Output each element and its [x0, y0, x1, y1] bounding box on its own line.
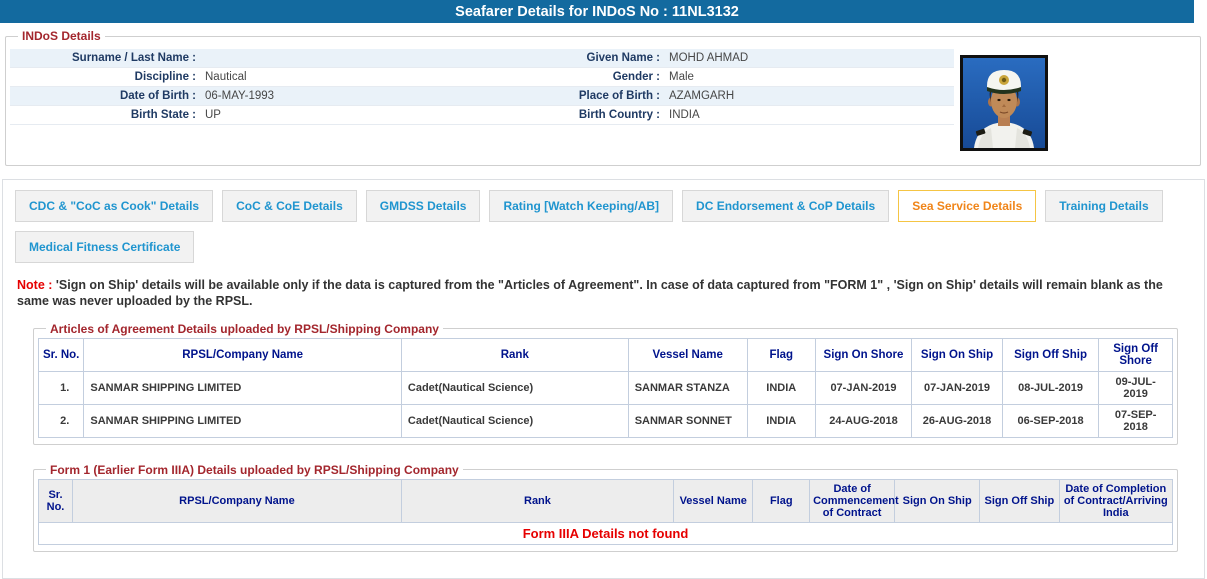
column-header: Flag	[746, 337, 816, 372]
cell-flag: INDIA	[746, 370, 816, 405]
table-header-row: Sr. No. RPSL/Company Name Rank Vessel Na…	[37, 478, 1174, 523]
tab-rating-watch-keeping[interactable]: Rating [Watch Keeping/AB]	[489, 190, 674, 222]
table-row: 2. SANMAR SHIPPING LIMITED Cadet(Nautica…	[37, 403, 1173, 438]
table-row: Form IIIA Details not found	[38, 521, 1173, 545]
page: Seafarer Details for INDoS No : 11NL3132…	[0, 0, 1207, 579]
cell-sign-off-shore: 07-SEP-2018	[1098, 403, 1173, 438]
seafarer-photo-image	[963, 58, 1045, 148]
note-text: 'Sign on Ship' details will be available…	[17, 278, 1163, 309]
cell-rank: Cadet(Nautical Science)	[400, 403, 629, 438]
note: Note : 'Sign on Ship' details will be av…	[17, 277, 1177, 310]
cell-vessel: SANMAR SONNET	[627, 403, 748, 438]
table-row: 1. SANMAR SHIPPING LIMITED Cadet(Nautica…	[37, 370, 1173, 405]
column-header: Sign Off Ship	[1001, 337, 1100, 372]
tab-cdc-coc-as-cook[interactable]: CDC & "CoC as Cook" Details	[15, 190, 214, 222]
field-label: Birth State :	[130, 109, 196, 121]
cell-vessel: SANMAR STANZA	[627, 370, 748, 405]
articles-of-agreement-legend: Articles of Agreement Details uploaded b…	[50, 321, 439, 336]
cell-sign-on-ship: 26-AUG-2018	[911, 403, 1003, 438]
field-value: Nautical	[205, 71, 247, 83]
field-label: Birth Country :	[578, 109, 660, 121]
column-header: Sign On Ship	[894, 478, 981, 523]
details-panel: CDC & "CoC as Cook" Details CoC & CoE De…	[2, 179, 1205, 579]
column-header: Date of Commencement of Contract	[809, 478, 899, 523]
column-header: Sr. No.	[37, 478, 74, 523]
field-label: Gender :	[612, 71, 660, 83]
cell-rank: Cadet(Nautical Science)	[400, 370, 629, 405]
column-header: RPSL/Company Name	[83, 337, 402, 372]
column-header: Flag	[752, 478, 811, 523]
field-row: Discipline : Nautical Gender : Male	[10, 68, 954, 87]
cell-sr-no: 2.	[37, 403, 85, 438]
column-header: Vessel Name	[673, 478, 754, 523]
field-label: Discipline :	[134, 71, 196, 83]
column-header: Sign Off Ship	[979, 478, 1060, 523]
field-label: Surname / Last Name :	[72, 52, 196, 64]
column-header: RPSL/Company Name	[72, 478, 402, 523]
tab-coc-coe[interactable]: CoC & CoE Details	[222, 190, 357, 222]
form1-legend: Form 1 (Earlier Form IIIA) Details uploa…	[50, 462, 459, 477]
field-value: Male	[669, 71, 694, 83]
title-bar: Seafarer Details for INDoS No : 11NL3132	[0, 0, 1194, 23]
indos-field-rows: Surname / Last Name : Given Name : MOHD …	[10, 49, 954, 125]
cell-sign-on-ship: 07-JAN-2019	[911, 370, 1003, 405]
field-label: Place of Birth :	[578, 90, 660, 102]
field-row: Surname / Last Name : Given Name : MOHD …	[10, 49, 954, 68]
tab-sea-service[interactable]: Sea Service Details	[898, 190, 1037, 222]
column-header: Sign On Ship	[911, 337, 1003, 372]
tab-training[interactable]: Training Details	[1045, 190, 1163, 222]
column-header: Rank	[400, 478, 675, 523]
cell-sr-no: 1.	[37, 370, 85, 405]
cell-sign-on-shore: 24-AUG-2018	[814, 403, 913, 438]
field-value: MOHD AHMAD	[669, 52, 749, 64]
field-label: Date of Birth :	[119, 90, 196, 102]
note-prefix: Note :	[17, 278, 53, 292]
column-header: Date of Completion of Contract/Arriving …	[1058, 478, 1174, 523]
field-value: 06-MAY-1993	[205, 90, 275, 102]
empty-message: Form IIIA Details not found	[38, 521, 1173, 545]
articles-of-agreement-fieldset: Articles of Agreement Details uploaded b…	[33, 321, 1178, 445]
form1-fieldset: Form 1 (Earlier Form IIIA) Details uploa…	[33, 462, 1178, 552]
cell-company: SANMAR SHIPPING LIMITED	[83, 403, 402, 438]
field-value: INDIA	[669, 109, 700, 121]
cell-sign-off-ship: 08-JUL-2019	[1001, 370, 1100, 405]
column-header: Vessel Name	[627, 337, 748, 372]
column-header: Sign On Shore	[814, 337, 913, 372]
field-value: UP	[205, 109, 221, 121]
form1-table: Sr. No. RPSL/Company Name Rank Vessel Na…	[37, 478, 1174, 545]
page-title: Seafarer Details for INDoS No : 11NL3132	[455, 3, 739, 20]
field-value: AZAMGARH	[669, 90, 735, 102]
field-row: Birth State : UP Birth Country : INDIA	[10, 106, 954, 125]
cell-flag: INDIA	[746, 403, 816, 438]
field-label: Given Name :	[586, 52, 661, 64]
cell-sign-off-ship: 06-SEP-2018	[1001, 403, 1100, 438]
cell-sign-off-shore: 09-JUL-2019	[1098, 370, 1173, 405]
indos-details-fieldset: INDoS Details Surname / Last Name : Give…	[5, 29, 1201, 166]
column-header: Sign Off Shore	[1098, 337, 1173, 372]
column-header: Rank	[400, 337, 629, 372]
cell-company: SANMAR SHIPPING LIMITED	[83, 370, 402, 405]
indos-details-legend: INDoS Details	[22, 29, 101, 43]
field-row: Date of Birth : 06-MAY-1993 Place of Bir…	[10, 87, 954, 106]
tab-medical-fitness[interactable]: Medical Fitness Certificate	[15, 231, 195, 263]
tab-gmdss[interactable]: GMDSS Details	[365, 190, 481, 222]
tab-bar: CDC & "CoC as Cook" Details CoC & CoE De…	[15, 190, 1194, 263]
cell-sign-on-shore: 07-JAN-2019	[814, 370, 913, 405]
tab-dc-endorsement-cop[interactable]: DC Endorsement & CoP Details	[682, 190, 890, 222]
column-header: Sr. No.	[37, 337, 85, 372]
articles-of-agreement-table: Sr. No. RPSL/Company Name Rank Vessel Na…	[37, 337, 1173, 438]
seafarer-photo	[960, 55, 1048, 151]
table-header-row: Sr. No. RPSL/Company Name Rank Vessel Na…	[37, 337, 1173, 372]
